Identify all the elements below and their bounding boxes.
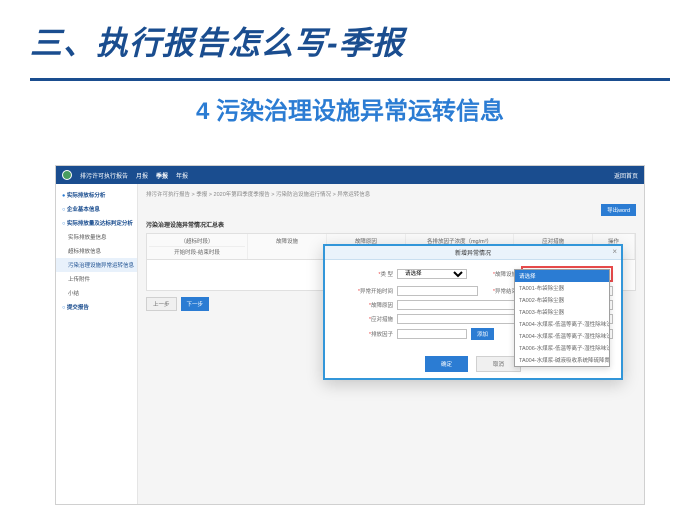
sidebar-item-0[interactable]: ● 实际排放标分析 xyxy=(56,188,137,202)
dropdown-option[interactable]: 请选择 xyxy=(515,270,609,282)
dropdown-option[interactable]: TA002-布袋除尘器 xyxy=(515,294,609,306)
nav-yearly[interactable]: 年报 xyxy=(176,171,188,180)
th-facility: 故障设施 xyxy=(248,234,327,259)
sidebar-item-4[interactable]: 超标排放信息 xyxy=(56,244,137,258)
dropdown-option[interactable]: TA004-水煤浆-碱液吸收系统降硫降氮 xyxy=(515,354,609,366)
app-logo-icon xyxy=(62,170,72,180)
modal-title: 新增异常情况 xyxy=(455,248,491,257)
dropdown-option[interactable]: TA004-水煤浆-低温等离子-湿性除味法 xyxy=(515,330,609,342)
sidebar-item-3[interactable]: 实际排放量信息 xyxy=(56,230,137,244)
dropdown-option[interactable]: TA001-布袋除尘器 xyxy=(515,282,609,294)
sidebar-item-7[interactable]: 小结 xyxy=(56,286,137,300)
start-time-input[interactable] xyxy=(397,286,478,296)
modal-header: 新增异常情况 × xyxy=(325,246,621,260)
prev-step-button[interactable]: 上一步 xyxy=(146,297,177,311)
facility-dropdown: 请选择 TA001-布袋除尘器 TA002-布袋除尘器 TA003-布袋除尘器 … xyxy=(514,269,610,367)
main-panel: 排污许可执行报告 > 季报 > 2020年第四季度季报告 > 污染防治设施运行情… xyxy=(138,184,644,504)
home-link[interactable]: 返回首页 xyxy=(614,171,638,180)
sidebar-item-5[interactable]: 污染治理设施异常运转信息 xyxy=(56,258,137,272)
app-screenshot: 排污许可执行报告 月报 季报 年报 返回首页 ● 实际排放标分析 ○ 企业基本信… xyxy=(55,165,645,505)
dropdown-option[interactable]: TA004-水煤浆-低温等离子-湿性除味法 xyxy=(515,318,609,330)
add-pollutant-button[interactable]: 添加 xyxy=(471,328,494,340)
app-name: 排污许可执行报告 xyxy=(80,171,128,180)
slide-subtitle: 4 污染治理设施异常运转信息 xyxy=(0,91,700,126)
nav-monthly[interactable]: 月报 xyxy=(136,171,148,180)
dropdown-option[interactable]: TA006-水煤浆-低温等离子-湿性除味法 xyxy=(515,342,609,354)
nav-quarterly[interactable]: 季报 xyxy=(156,171,168,180)
type-select[interactable]: 请选择 xyxy=(397,269,467,279)
sidebar-item-8[interactable]: ○ 提交报告 xyxy=(56,300,137,314)
breadcrumb: 排污许可执行报告 > 季报 > 2020年第四季度季报告 > 污染防治设施运行情… xyxy=(146,190,636,198)
sidebar-item-6[interactable]: 上传附件 xyxy=(56,272,137,286)
pollutant-input[interactable] xyxy=(397,329,467,339)
dropdown-option[interactable]: TA003-布袋除尘器 xyxy=(515,306,609,318)
sidebar-item-1[interactable]: ○ 企业基本信息 xyxy=(56,202,137,216)
close-icon[interactable]: × xyxy=(612,247,617,256)
slide-title: 三、执行报告怎么写-季报 xyxy=(30,18,670,64)
sidebar: ● 实际排放标分析 ○ 企业基本信息 ○ 实际排放量及达标判定分析 实际排放量信… xyxy=(56,184,138,504)
title-divider xyxy=(30,78,670,81)
app-header: 排污许可执行报告 月报 季报 年报 返回首页 xyxy=(56,166,644,184)
next-step-button[interactable]: 下一步 xyxy=(181,297,210,311)
sidebar-item-2[interactable]: ○ 实际排放量及达标判定分析 xyxy=(56,216,137,230)
export-word-button[interactable]: 导出word xyxy=(601,204,636,216)
panel-title: 污染治理设施异常情况汇总表 xyxy=(146,220,636,229)
ok-button[interactable]: 确定 xyxy=(425,356,468,372)
